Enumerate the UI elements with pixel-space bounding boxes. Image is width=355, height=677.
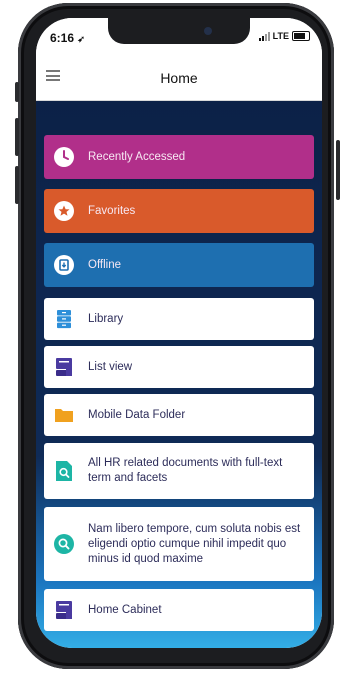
item-label: Library <box>88 312 124 325</box>
signal-icon <box>258 31 270 41</box>
battery-icon <box>292 31 310 41</box>
search-document-icon <box>54 461 74 481</box>
home-cabinet-item[interactable]: Home Cabinet <box>44 589 314 631</box>
item-label: Home Cabinet <box>88 603 162 616</box>
app-header: Home <box>36 56 322 101</box>
status-indicators: LTE <box>258 31 310 41</box>
camera-icon <box>204 27 212 35</box>
offline-item[interactable]: Offline <box>44 243 314 287</box>
hr-documents-search-item[interactable]: All HR related documents with full-text … <box>44 443 314 499</box>
mute-switch <box>15 82 19 102</box>
library-item[interactable]: Library <box>44 298 314 340</box>
status-time: 6:16 ➶ <box>50 31 85 45</box>
notch <box>108 18 250 44</box>
clock-icon <box>54 147 74 167</box>
star-icon <box>54 201 74 221</box>
recently-accessed-item[interactable]: Recently Accessed <box>44 135 314 179</box>
item-label: All HR related documents with full-text … <box>88 457 283 484</box>
item-label: Offline <box>88 258 122 271</box>
folder-icon <box>54 405 74 425</box>
home-list: Recently Accessed Favorites Offline Libr… <box>36 101 322 648</box>
phone-screen: 6:16 ➶ LTE Home Recently Accessed Favori… <box>36 18 322 648</box>
mobile-data-folder-item[interactable]: Mobile Data Folder <box>44 394 314 436</box>
list-view-item[interactable]: List view <box>44 346 314 388</box>
favorites-item[interactable]: Favorites <box>44 189 314 233</box>
page-title: Home <box>160 70 198 86</box>
library-icon <box>54 309 74 329</box>
item-label: Favorites <box>88 204 136 217</box>
location-arrow-icon: ➶ <box>77 34 85 44</box>
search-circle-icon <box>54 534 74 554</box>
volume-down-button <box>15 166 19 204</box>
volume-up-button <box>15 118 19 156</box>
saved-search-item[interactable]: Nam libero tempore, cum soluta nobis est… <box>44 507 314 581</box>
item-label: List view <box>88 360 133 373</box>
item-label: Mobile Data Folder <box>88 408 186 421</box>
offline-icon <box>54 255 74 275</box>
cabinet-icon <box>54 600 74 620</box>
list-view-icon <box>54 357 74 377</box>
power-button <box>336 140 340 200</box>
status-time-text: 6:16 <box>50 31 75 45</box>
network-label: LTE <box>272 31 289 41</box>
item-label: Recently Accessed <box>88 150 186 163</box>
item-label: Nam libero tempore, cum soluta nobis est… <box>88 522 301 565</box>
